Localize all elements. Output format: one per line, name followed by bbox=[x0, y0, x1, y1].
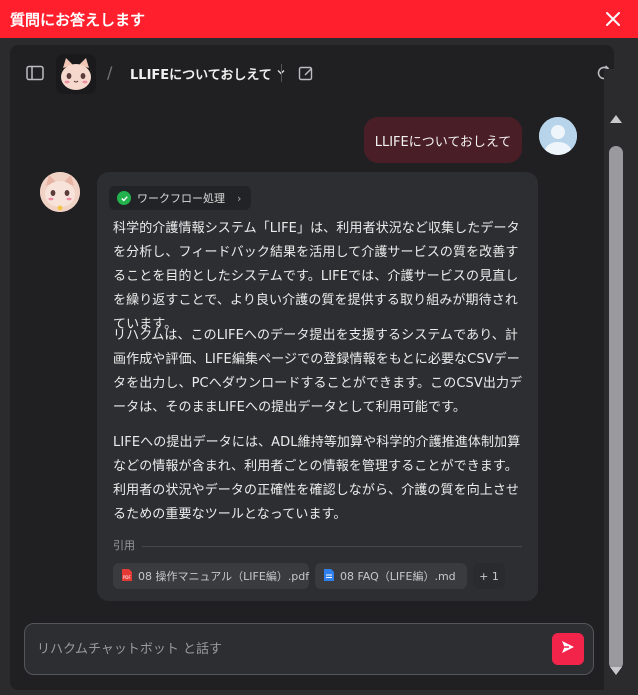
answer-paragraph: リハクムは、このLIFEへのデータ提出を支援するシステムであり、計画作成や評価、… bbox=[113, 328, 523, 415]
bot-avatar-header bbox=[56, 54, 96, 94]
citation-name: 08 操作マニュアル（LIFE編）.pdf bbox=[138, 570, 310, 583]
workflow-label: ワークフロー処理 bbox=[137, 192, 225, 205]
message-composer bbox=[24, 623, 594, 675]
scroll-down-arrow-icon[interactable] bbox=[610, 667, 622, 675]
doc-file-icon bbox=[323, 568, 335, 585]
header-divider bbox=[281, 64, 282, 82]
send-icon bbox=[560, 639, 576, 659]
edit-icon[interactable] bbox=[297, 64, 315, 82]
citations-label: 引用 bbox=[113, 539, 135, 552]
user-message-bubble: LLIFEについておしえて bbox=[364, 117, 522, 163]
svg-text:PDF: PDF bbox=[123, 575, 131, 580]
answer-paragraph: 科学的介護情報システム「LIFE」は、利用者状況など収集したデータを分析し、フィ… bbox=[113, 221, 520, 332]
dialog-title: 質問にお答えします bbox=[10, 10, 146, 29]
citation-chip[interactable]: PDF 08 操作マニュアル（LIFE編）.pdf bbox=[113, 563, 309, 589]
vertical-scrollbar[interactable] bbox=[604, 69, 628, 691]
scroll-up-arrow-icon[interactable] bbox=[610, 115, 622, 123]
bot-name: LLIFEについておしえて bbox=[130, 68, 272, 83]
pdf-file-icon: PDF bbox=[121, 568, 133, 585]
user-avatar bbox=[539, 117, 577, 155]
chat-header: / LLIFEについておしえて bbox=[10, 45, 614, 101]
send-button[interactable] bbox=[552, 633, 584, 665]
citations-divider bbox=[142, 546, 522, 547]
scroll-thumb[interactable] bbox=[609, 146, 623, 670]
answer-paragraph: LIFEへの提出データには、ADL維持等加算や科学的介護推進体制加算などの情報が… bbox=[113, 435, 521, 522]
more-citations-button[interactable]: + 1 bbox=[473, 563, 505, 589]
sidebar-toggle-icon[interactable] bbox=[26, 65, 44, 81]
workflow-toggle[interactable]: ワークフロー処理 › bbox=[109, 186, 252, 210]
close-icon[interactable] bbox=[602, 8, 624, 30]
user-message-text: LLIFEについておしえて bbox=[374, 134, 512, 150]
citation-name: 08 FAQ（LIFE編）.md bbox=[340, 570, 456, 583]
bot-answer-card: ワークフロー処理 › 科学的介護情報システム「LIFE」は、利用者状況など収集し… bbox=[97, 172, 538, 601]
breadcrumb-separator: / bbox=[107, 63, 113, 82]
more-citations-count: + 1 bbox=[479, 569, 499, 583]
chat-window: / LLIFEについておしえて LLIFEについておしえて ワークフロー処理 ›… bbox=[10, 45, 614, 690]
chevron-right-icon: › bbox=[237, 191, 242, 205]
citation-chip[interactable]: 08 FAQ（LIFE編）.md bbox=[315, 563, 467, 589]
message-input[interactable] bbox=[37, 624, 537, 674]
bot-selector[interactable]: LLIFEについておしえて bbox=[130, 64, 286, 83]
bot-avatar bbox=[40, 172, 80, 212]
title-bar: 質問にお答えします bbox=[0, 0, 638, 38]
check-circle-icon bbox=[117, 191, 131, 205]
